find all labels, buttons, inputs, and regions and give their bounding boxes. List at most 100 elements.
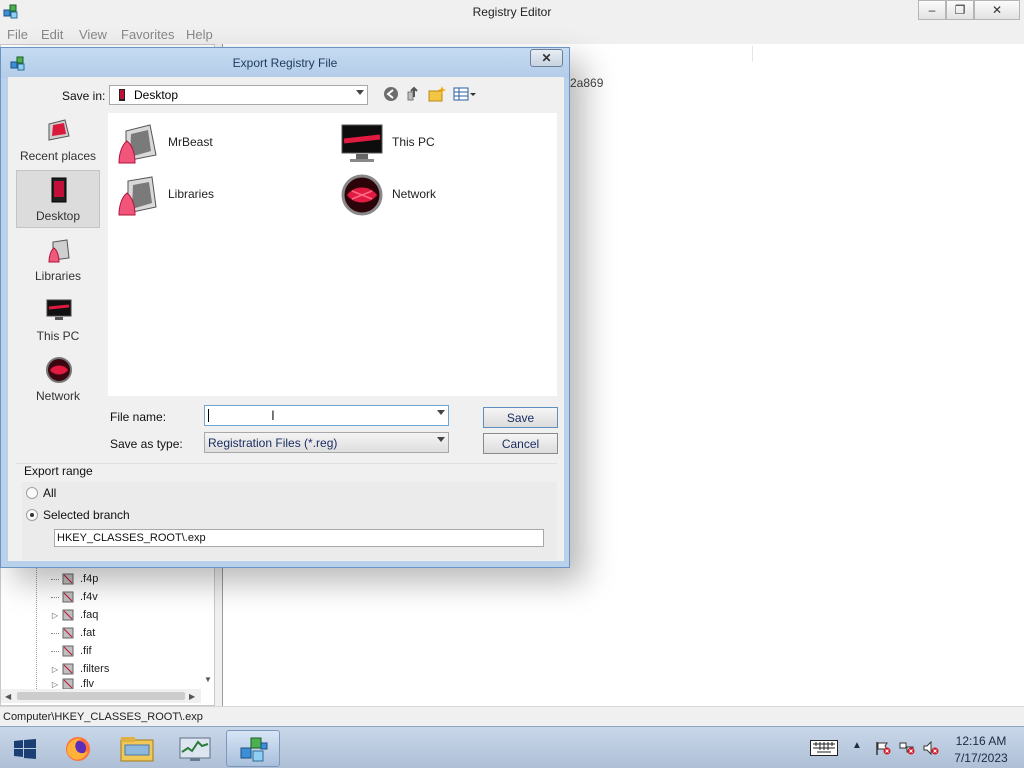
place-desktop[interactable]: Desktop: [16, 170, 100, 228]
windows-logo-icon: [14, 739, 36, 759]
chevron-down-icon: [356, 90, 364, 95]
range-all-radio[interactable]: [26, 487, 38, 499]
save-as-type-label: Save as type:: [110, 437, 183, 451]
tree-item-label: .faq: [80, 609, 99, 621]
show-hidden-icons-chevron-icon[interactable]: ▲: [852, 740, 862, 751]
file-item-this-pc[interactable]: This PC: [340, 121, 540, 165]
back-arrow-icon[interactable]: [382, 85, 400, 103]
file-name: This PC: [392, 135, 435, 149]
cancel-button[interactable]: Cancel: [483, 433, 558, 454]
touch-keyboard-icon[interactable]: [810, 740, 838, 756]
dialog-titlebar[interactable]: Export Registry File ✕: [1, 48, 569, 78]
maximize-button[interactable]: ❐: [946, 0, 974, 20]
text-caret: [208, 409, 209, 422]
file-item-libraries[interactable]: Libraries: [116, 173, 316, 217]
dialog-close-button[interactable]: ✕: [530, 49, 563, 67]
scroll-right-arrow-icon[interactable]: ▶: [189, 692, 195, 701]
file-list[interactable]: MrBeast This PC Libraries Network: [108, 113, 557, 396]
computer-icon: [341, 124, 383, 162]
tree-connector: [51, 596, 59, 598]
status-bar: Computer\HKEY_CLASSES_ROOT\.exp: [0, 706, 1024, 726]
up-folder-icon[interactable]: [405, 85, 423, 103]
menu-favorites[interactable]: Favorites: [121, 27, 174, 42]
clock-time[interactable]: 12:16 AM: [948, 734, 1014, 748]
place-this-pc[interactable]: This PC: [16, 290, 100, 348]
status-path: Computer\HKEY_CLASSES_ROOT\.exp: [3, 711, 203, 723]
registry-key-icon: [62, 663, 74, 675]
places-bar: Recent places Desktop Libraries This PC …: [14, 110, 102, 454]
file-explorer-icon: [120, 737, 154, 762]
save-in-dropdown[interactable]: Desktop: [109, 85, 368, 105]
menu-edit[interactable]: Edit: [41, 27, 63, 42]
view-menu-icon[interactable]: [453, 85, 477, 103]
tree-guide-line: [36, 565, 37, 703]
tree-item[interactable]: .f4v: [51, 588, 98, 606]
close-icon: ✕: [541, 51, 552, 65]
scrollbar-thumb[interactable]: [17, 692, 185, 700]
file-item-mrbeast[interactable]: MrBeast: [116, 121, 316, 165]
range-all-label[interactable]: All: [43, 486, 56, 500]
horizontal-scrollbar[interactable]: ◀ ▶: [1, 689, 201, 703]
start-button[interactable]: [2, 730, 48, 767]
place-recent-places[interactable]: Recent places: [16, 110, 100, 168]
chevron-down-icon[interactable]: [437, 410, 445, 415]
dialog-body: Save in: Desktop Recent places Desktop L…: [8, 77, 564, 561]
tree-item-label: .fat: [80, 627, 96, 639]
action-center-flag-icon[interactable]: [875, 741, 891, 755]
place-libraries[interactable]: Libraries: [16, 230, 100, 288]
range-selected-branch-radio[interactable]: [26, 509, 38, 521]
recent-places-icon: [48, 119, 70, 141]
file-name-input[interactable]: [204, 405, 449, 426]
registry-key-icon: [62, 573, 74, 585]
tree-item-label: .f4p: [80, 573, 99, 585]
menu-file[interactable]: File: [7, 27, 28, 42]
chevron-down-icon: [437, 437, 445, 442]
tree-item-label: .filters: [80, 663, 110, 675]
menu-help[interactable]: Help: [186, 27, 213, 42]
minimize-button[interactable]: –: [918, 0, 946, 20]
range-selected-branch-label[interactable]: Selected branch: [43, 508, 130, 522]
main-titlebar[interactable]: Registry Editor – ❐ ✕: [0, 0, 1024, 24]
selected-branch-value: HKEY_CLASSES_ROOT\.exp: [57, 532, 206, 544]
firefox-icon: [66, 737, 90, 761]
place-network[interactable]: Network: [16, 350, 100, 408]
menubar: File Edit View Favorites Help: [0, 24, 1024, 44]
network-icon: [46, 357, 72, 383]
expand-arrow-icon[interactable]: ▷: [51, 680, 59, 689]
user-folder-icon: [118, 124, 157, 164]
desktop-icon: [51, 177, 67, 203]
clock-date[interactable]: 7/17/2023: [948, 751, 1014, 765]
save-button[interactable]: Save: [483, 407, 558, 428]
taskbar-firefox[interactable]: [52, 730, 106, 767]
tree-item[interactable]: .fat: [51, 624, 95, 642]
selected-branch-input[interactable]: HKEY_CLASSES_ROOT\.exp: [54, 529, 544, 547]
scroll-down-arrow-icon[interactable]: ▼: [204, 675, 212, 684]
registry-editor-icon: [240, 737, 268, 762]
menu-view[interactable]: View: [79, 27, 107, 42]
network-status-icon[interactable]: [899, 741, 915, 755]
scroll-left-arrow-icon[interactable]: ◀: [5, 692, 11, 701]
file-item-network[interactable]: Network: [340, 173, 540, 217]
taskbar-file-explorer[interactable]: [110, 730, 164, 767]
save-as-type-value: Registration Files (*.reg): [208, 436, 338, 450]
taskbar-task-manager[interactable]: [168, 730, 222, 767]
tree-connector: [51, 650, 59, 652]
tree-item[interactable]: ▷ .faq: [51, 606, 98, 624]
tree-item[interactable]: .f4p: [51, 570, 98, 588]
task-manager-icon: [179, 737, 211, 761]
expand-arrow-icon[interactable]: ▷: [51, 665, 59, 674]
new-folder-icon[interactable]: [428, 85, 446, 103]
tree-item[interactable]: ▷ .filters: [51, 660, 109, 678]
place-label: Desktop: [35, 209, 81, 223]
expand-arrow-icon[interactable]: ▷: [51, 611, 59, 620]
save-as-type-dropdown[interactable]: Registration Files (*.reg): [204, 432, 449, 453]
volume-muted-icon[interactable]: [923, 741, 939, 755]
taskbar-registry-editor[interactable]: [226, 730, 280, 767]
close-button[interactable]: ✕: [974, 0, 1020, 20]
column-divider[interactable]: [752, 46, 753, 62]
save-in-value: Desktop: [134, 88, 179, 102]
dialog-title: Export Registry File: [232, 56, 338, 70]
tree-item[interactable]: .fif: [51, 642, 92, 660]
file-name: MrBeast: [168, 135, 213, 149]
ibeam-cursor-icon: I: [271, 407, 275, 423]
